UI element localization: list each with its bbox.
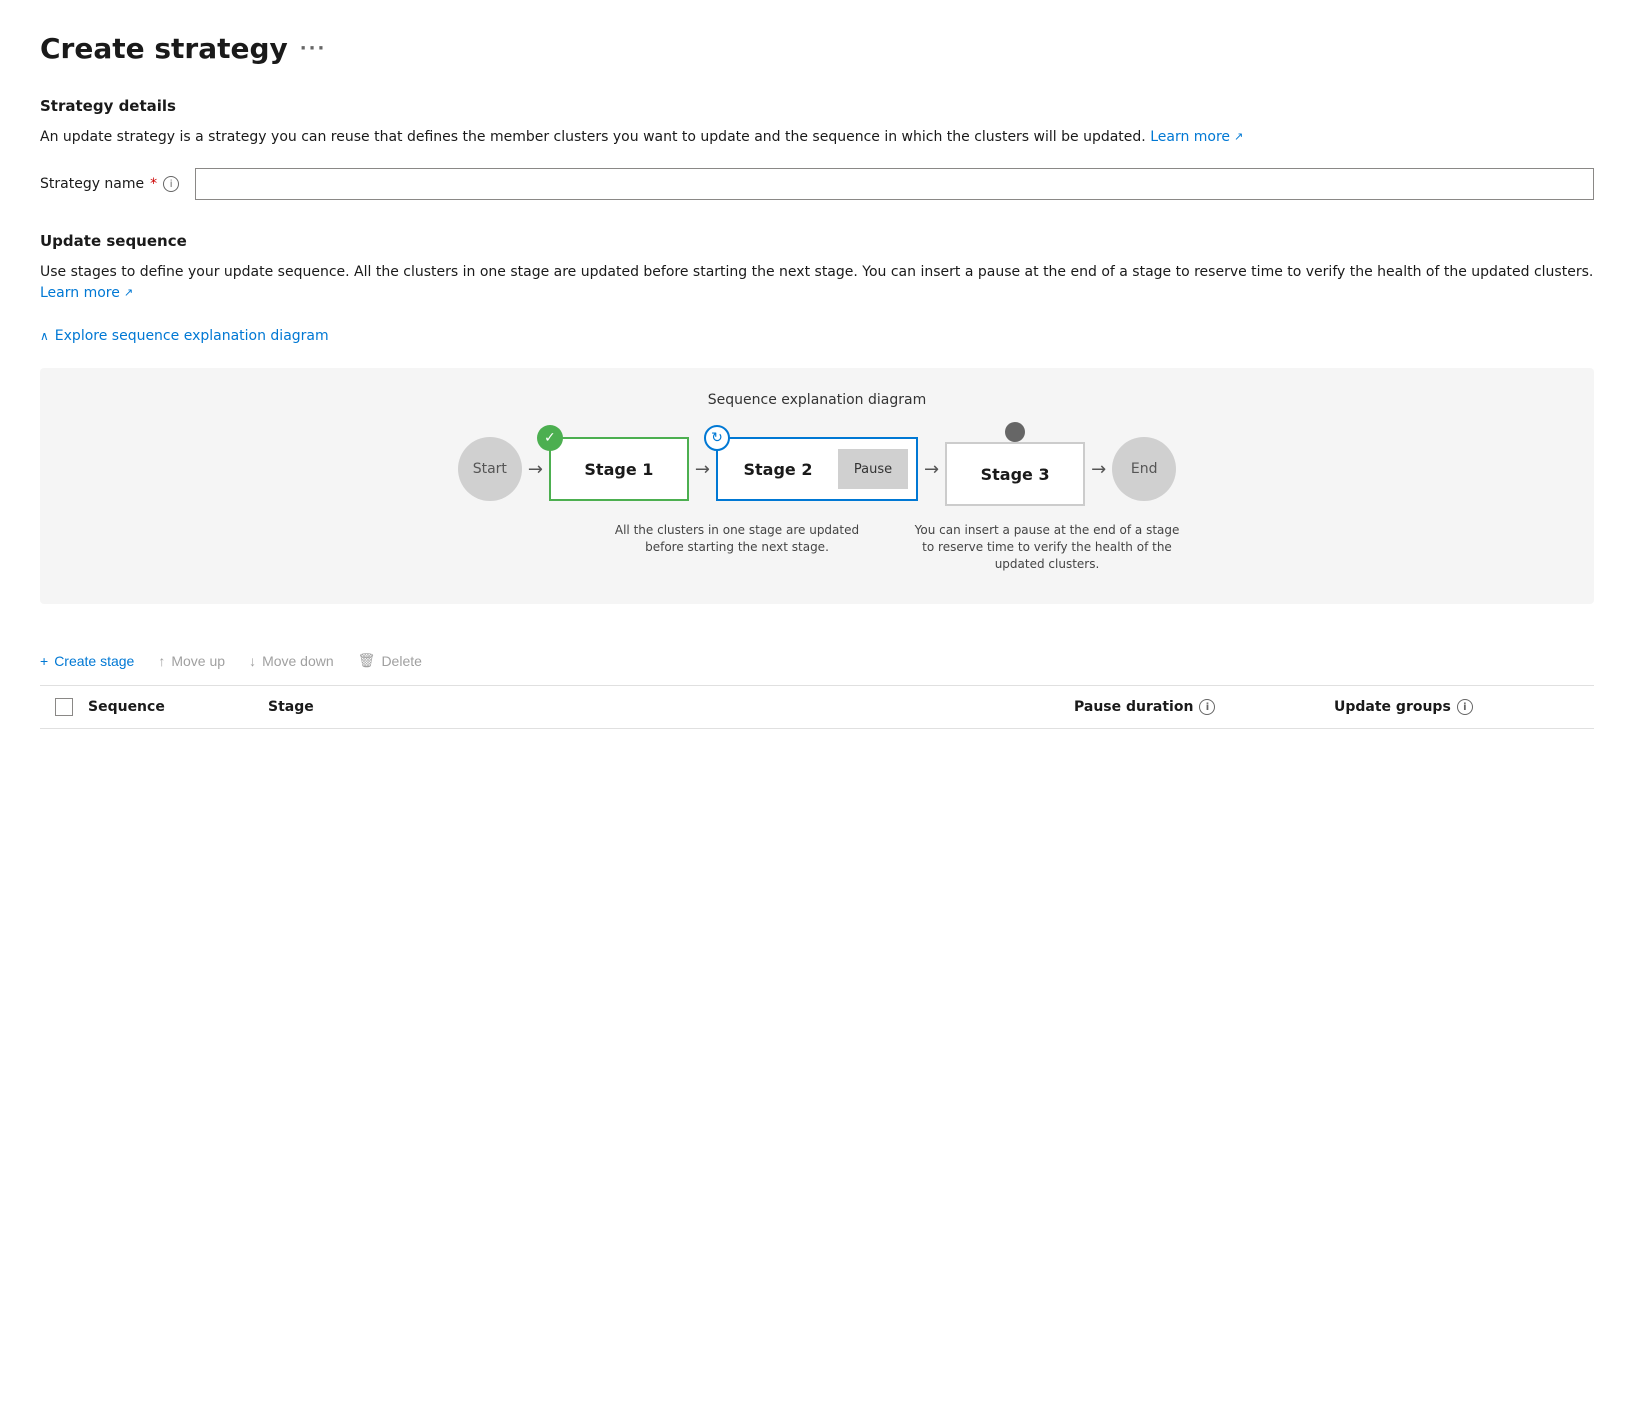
update-col-header: Update groups i xyxy=(1334,699,1594,715)
external-link-icon: ↗ xyxy=(1234,129,1243,146)
stage-toolbar: + Create stage ↑ Move up ↓ Move down 🗑 D… xyxy=(40,636,1594,686)
required-indicator: * xyxy=(150,176,157,192)
strategy-name-label: Strategy name * i xyxy=(40,176,179,192)
pause-box: Pause xyxy=(838,449,908,489)
strategy-name-field-row: Strategy name * i xyxy=(40,168,1594,200)
stage-col-header: Stage xyxy=(268,699,1074,715)
external-link-icon-2: ↗ xyxy=(124,285,133,302)
arrow-2: → xyxy=(689,459,716,480)
sequence-col-header: Sequence xyxy=(88,699,268,715)
update-sequence-description: Use stages to define your update sequenc… xyxy=(40,262,1594,304)
trash-icon: 🗑 xyxy=(358,652,376,669)
stage2-node: ↻ Stage 2 Pause xyxy=(716,437,918,501)
diagram-title: Sequence explanation diagram xyxy=(72,392,1562,408)
diagram-label-left: All the clusters in one stage are update… xyxy=(607,522,867,572)
update-sequence-section: Update sequence Use stages to define you… xyxy=(40,232,1594,729)
move-down-button[interactable]: ↓ Move down xyxy=(249,649,334,673)
strategy-details-description: An update strategy is a strategy you can… xyxy=(40,127,1594,148)
stage3-dot xyxy=(1005,422,1025,442)
stage2-refresh-icon: ↻ xyxy=(704,425,730,451)
stage1-node: ✓ Stage 1 xyxy=(549,437,689,501)
delete-button[interactable]: 🗑 Delete xyxy=(358,648,422,673)
chevron-up-icon: ∧ xyxy=(40,329,49,343)
diagram-label-right: You can insert a pause at the end of a s… xyxy=(907,522,1187,572)
stage2-and-pause-box: ↻ Stage 2 Pause xyxy=(716,437,918,501)
pause-col-header: Pause duration i xyxy=(1074,699,1334,715)
start-circle: Start xyxy=(458,437,522,501)
sequence-diagram-container: Sequence explanation diagram Start → ✓ S… xyxy=(40,368,1594,604)
pause-duration-info-icon[interactable]: i xyxy=(1199,699,1215,715)
diagram-flow: Start → ✓ Stage 1 → ↻ Stage 2 Pause → xyxy=(72,432,1562,506)
strategy-details-section: Strategy details An update strategy is a… xyxy=(40,97,1594,200)
arrow-4: → xyxy=(1085,459,1112,480)
end-node: End xyxy=(1112,437,1176,501)
move-up-button[interactable]: ↑ Move up xyxy=(158,649,225,673)
strategy-details-learn-more[interactable]: Learn more ↗ xyxy=(1150,127,1243,148)
stage3-box: Stage 3 xyxy=(945,442,1085,506)
update-groups-info-icon[interactable]: i xyxy=(1457,699,1473,715)
strategy-name-info-icon[interactable]: i xyxy=(163,176,179,192)
arrow-3: → xyxy=(918,459,945,480)
expand-diagram-link[interactable]: ∧ Explore sequence explanation diagram xyxy=(40,328,329,344)
more-options-icon[interactable]: ··· xyxy=(300,38,327,59)
create-stage-button[interactable]: + Create stage xyxy=(40,649,134,673)
stage2-label: Stage 2 xyxy=(718,439,838,499)
diagram-labels: All the clusters in one stage are update… xyxy=(72,522,1562,572)
header-checkbox-col xyxy=(40,698,88,716)
page-header: Create strategy ··· xyxy=(40,32,1594,65)
select-all-checkbox[interactable] xyxy=(55,698,73,716)
update-sequence-learn-more[interactable]: Learn more ↗ xyxy=(40,283,133,304)
arrow-1: → xyxy=(522,459,549,480)
strategy-details-title: Strategy details xyxy=(40,97,1594,115)
end-circle: End xyxy=(1112,437,1176,501)
strategy-name-input[interactable] xyxy=(195,168,1594,200)
stage3-node: Stage 3 xyxy=(945,432,1085,506)
page-title: Create strategy xyxy=(40,32,288,65)
stage1-box: ✓ Stage 1 xyxy=(549,437,689,501)
start-node: Start xyxy=(458,437,522,501)
arrow-up-icon: ↑ xyxy=(158,653,165,669)
stage1-check-icon: ✓ xyxy=(537,425,563,451)
table-header: Sequence Stage Pause duration i Update g… xyxy=(40,686,1594,729)
arrow-down-icon: ↓ xyxy=(249,653,256,669)
plus-icon: + xyxy=(40,653,48,669)
update-sequence-title: Update sequence xyxy=(40,232,1594,250)
